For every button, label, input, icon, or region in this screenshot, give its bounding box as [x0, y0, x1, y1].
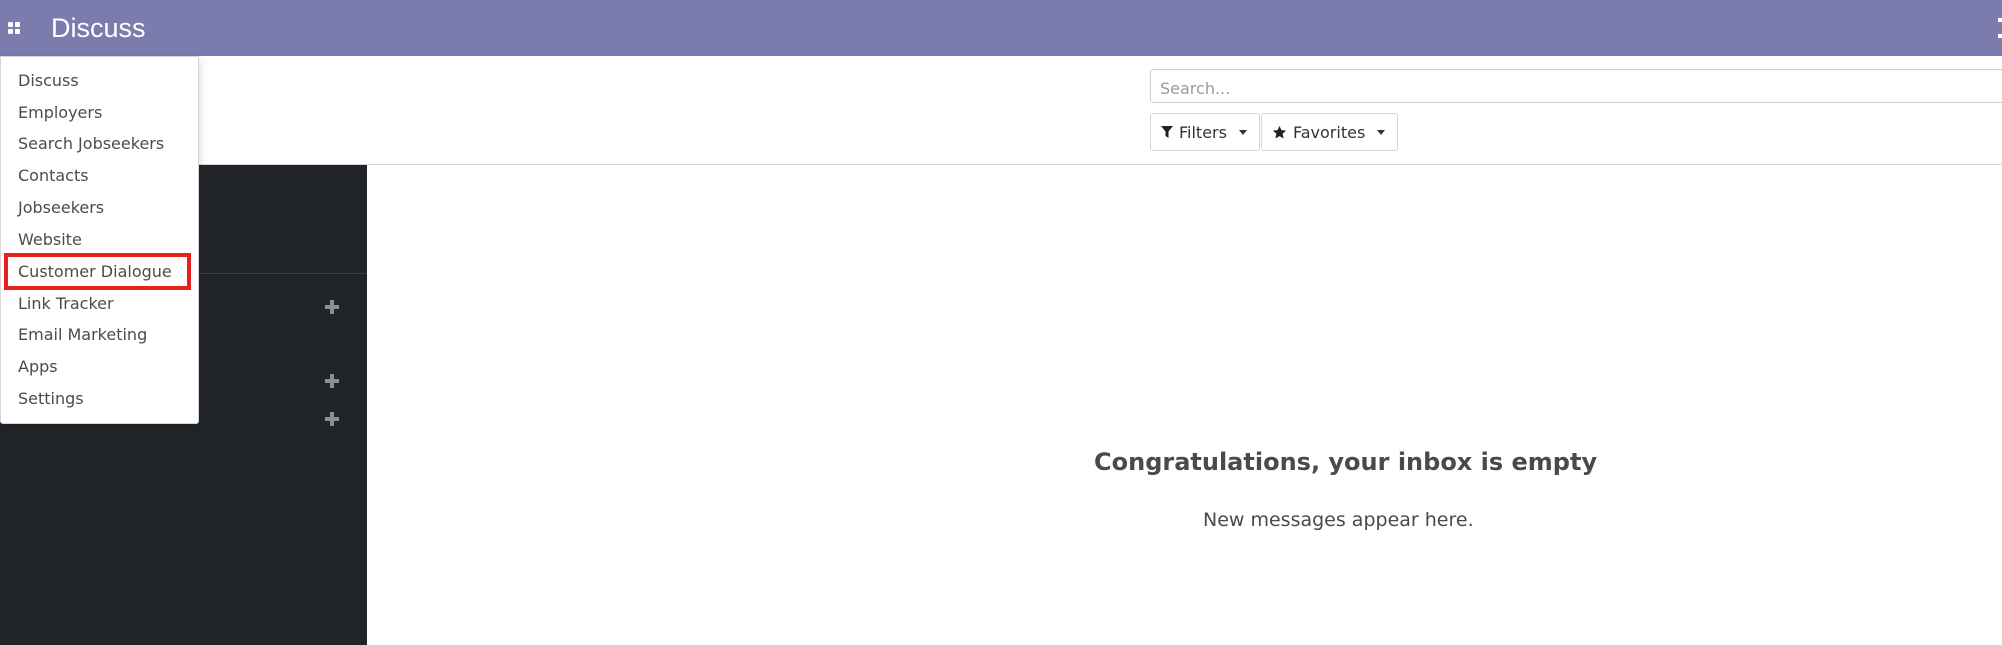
caret-down-icon	[1377, 129, 1386, 135]
search-box[interactable]	[1150, 69, 2002, 103]
search-input[interactable]	[1158, 77, 1982, 99]
favorites-button[interactable]: Favorites	[1261, 113, 1398, 151]
top-navbar: Discuss	[0, 0, 2002, 56]
empty-inbox-subtitle: New messages appear here.	[1203, 509, 1474, 531]
menu-item-discuss[interactable]: Discuss	[18, 68, 79, 94]
apps-dropdown-menu: Discuss Employers Search Jobseekers Cont…	[0, 56, 199, 424]
highlight-box	[4, 253, 191, 290]
plus-icon[interactable]	[323, 410, 341, 428]
apps-menu-button[interactable]	[2, 14, 26, 42]
plus-icon[interactable]	[323, 298, 341, 316]
menu-item-search-jobseekers[interactable]: Search Jobseekers	[18, 131, 164, 157]
menu-item-settings[interactable]: Settings	[18, 386, 84, 412]
funnel-icon	[1161, 125, 1173, 138]
empty-inbox-title: Congratulations, your inbox is empty	[1094, 448, 1598, 476]
menu-item-employers[interactable]: Employers	[18, 100, 102, 126]
menu-item-apps[interactable]: Apps	[18, 354, 58, 380]
filters-button[interactable]: Filters	[1150, 113, 1260, 151]
menu-item-link-tracker[interactable]: Link Tracker	[18, 291, 114, 317]
caret-down-icon	[1238, 129, 1247, 135]
app-title: Discuss	[51, 13, 146, 43]
star-icon	[1272, 125, 1287, 138]
menu-item-email-marketing[interactable]: Email Marketing	[18, 322, 147, 348]
plus-icon[interactable]	[323, 372, 341, 390]
filters-label: Filters	[1179, 122, 1227, 142]
favorites-label: Favorites	[1293, 122, 1366, 142]
menu-item-contacts[interactable]: Contacts	[18, 163, 89, 189]
menu-item-jobseekers[interactable]: Jobseekers	[18, 195, 104, 221]
menu-item-website[interactable]: Website	[18, 227, 82, 253]
grid-icon	[8, 22, 20, 34]
control-panel: Filters Favorites	[0, 56, 2002, 165]
user-menu-edge[interactable]	[1996, 18, 2002, 38]
